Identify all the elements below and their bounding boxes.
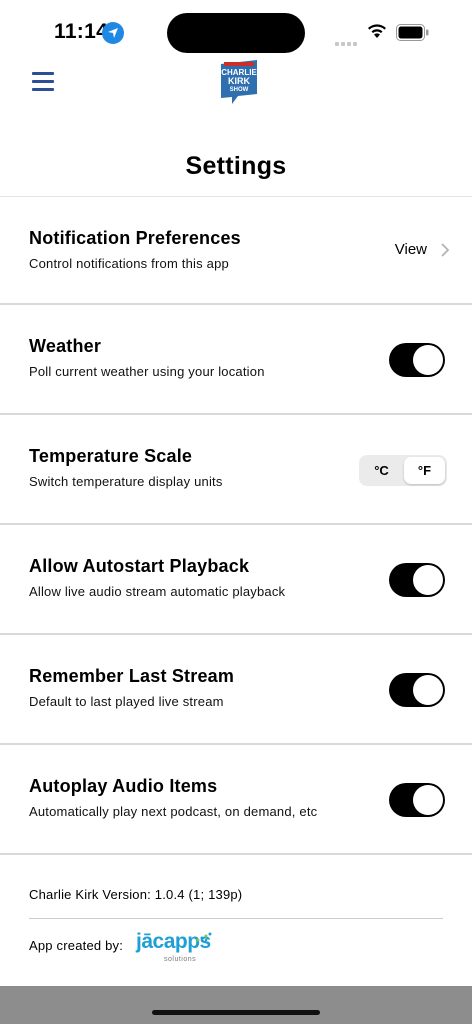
svg-text:KIRK: KIRK xyxy=(228,76,250,86)
jacapps-logo-subtext: solutions xyxy=(164,956,197,963)
settings-list: Notification Preferences Control notific… xyxy=(0,196,472,855)
view-notification-preferences-link[interactable]: View xyxy=(395,241,450,258)
remember-last-stream-toggle[interactable] xyxy=(389,673,445,707)
app-info-footer: Charlie Kirk Version: 1.0.4 (1; 139p) Ap… xyxy=(0,854,472,986)
setting-title: Remember Last Stream xyxy=(29,666,235,686)
dynamic-island xyxy=(167,13,305,53)
svg-text:SHOW: SHOW xyxy=(230,87,249,93)
setting-title: Autoplay Audio Items xyxy=(29,776,218,796)
nav-bar: CHARLIE KIRK SHOW xyxy=(0,56,472,108)
setting-row-notification-preferences[interactable]: Notification Preferences Control notific… xyxy=(0,197,472,305)
toggle-knob xyxy=(413,345,443,375)
battery-icon xyxy=(396,24,429,41)
celsius-option[interactable]: °C xyxy=(361,457,402,484)
cellular-signal-icon xyxy=(335,34,359,52)
setting-subtitle: Automatically play next podcast, on dema… xyxy=(29,804,318,819)
setting-row-remember-last-stream: Remember Last Stream Default to last pla… xyxy=(0,635,472,745)
setting-row-temperature-scale: Temperature Scale Switch temperature dis… xyxy=(0,415,472,525)
setting-title: Weather xyxy=(29,336,102,356)
temperature-scale-segmented-control: °C °F xyxy=(359,455,447,486)
weather-toggle[interactable] xyxy=(389,343,445,377)
page-title: Settings xyxy=(185,152,287,180)
home-indicator[interactable] xyxy=(152,1010,320,1015)
hamburger-menu-icon[interactable] xyxy=(32,72,54,92)
toggle-knob xyxy=(413,675,443,705)
credit-label: App created by: xyxy=(29,938,124,953)
setting-row-autoplay-audio-items: Autoplay Audio Items Automatically play … xyxy=(0,745,472,855)
setting-row-allow-autostart-playback: Allow Autostart Playback Allow live audi… xyxy=(0,525,472,635)
toggle-knob xyxy=(413,565,443,595)
chevron-right-icon xyxy=(441,243,450,256)
jacapps-dots-icon xyxy=(196,932,212,942)
home-indicator-area xyxy=(0,986,472,1024)
setting-subtitle: Switch temperature display units xyxy=(29,474,223,489)
fahrenheit-option[interactable]: °F xyxy=(404,457,445,484)
toggle-knob xyxy=(413,785,443,815)
footer-divider xyxy=(29,918,443,919)
jacapps-logo[interactable]: jācapps solutions xyxy=(136,930,214,966)
setting-subtitle: Control notifications from this app xyxy=(29,256,229,271)
autoplay-audio-items-toggle[interactable] xyxy=(389,783,445,817)
status-bar: 11:14 xyxy=(0,0,472,64)
charlie-kirk-show-logo: CHARLIE KIRK SHOW xyxy=(218,58,260,104)
setting-subtitle: Allow live audio stream automatic playba… xyxy=(29,584,286,599)
autostart-playback-toggle[interactable] xyxy=(389,563,445,597)
view-link-label: View xyxy=(394,241,427,258)
wifi-icon xyxy=(366,22,388,45)
setting-subtitle: Poll current weather using your location xyxy=(29,364,265,379)
version-text: Charlie Kirk Version: 1.0.4 (1; 139p) xyxy=(29,887,243,902)
setting-title: Temperature Scale xyxy=(29,446,193,466)
setting-title: Allow Autostart Playback xyxy=(29,556,250,576)
location-arrow-icon xyxy=(102,22,124,44)
setting-row-weather: Weather Poll current weather using your … xyxy=(0,305,472,415)
status-time: 11:14 xyxy=(54,20,109,43)
setting-title: Notification Preferences xyxy=(29,228,241,248)
setting-subtitle: Default to last played live stream xyxy=(29,694,224,709)
